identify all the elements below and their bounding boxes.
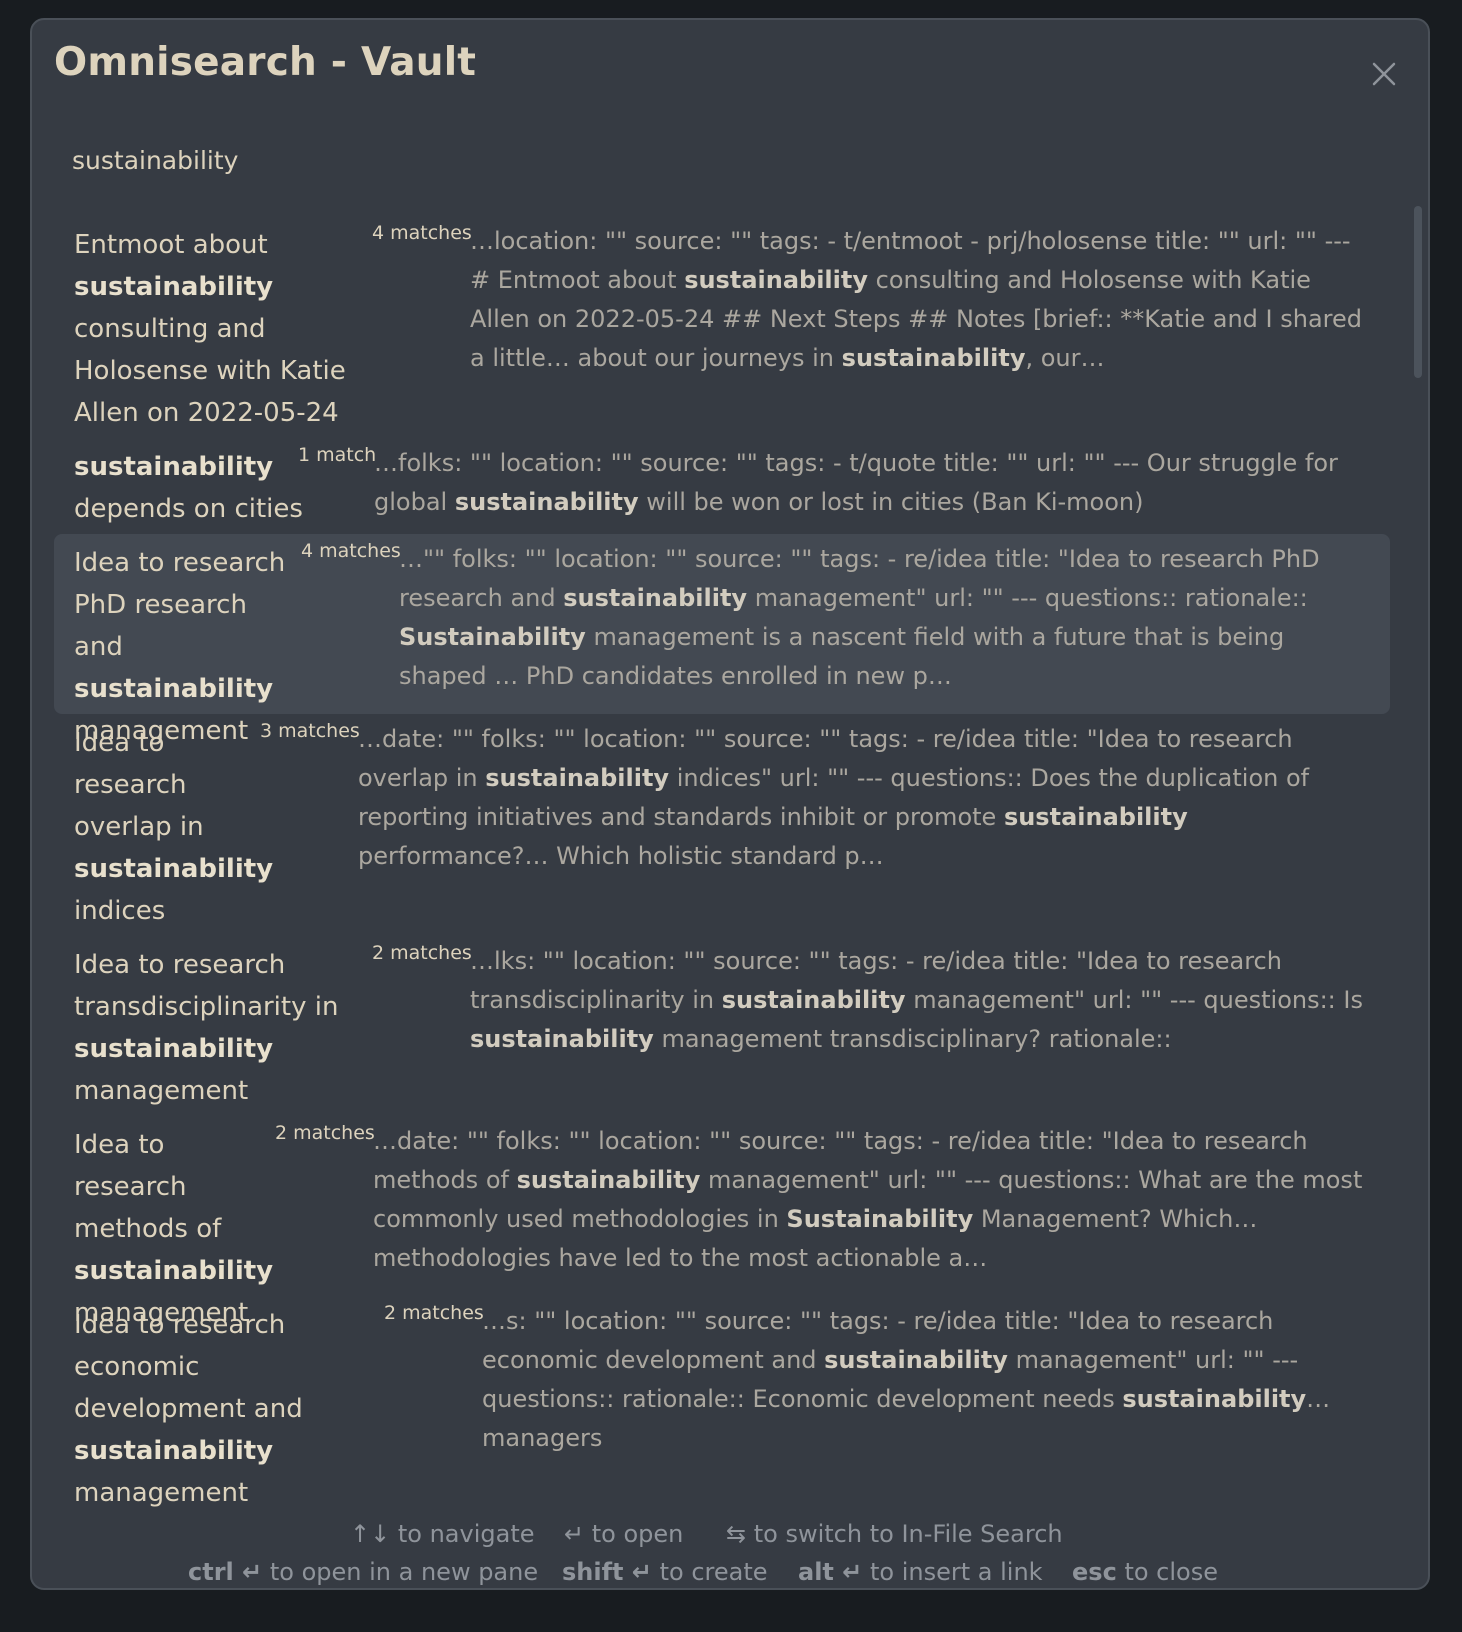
result-title: Idea to research overlap in sustainabili… xyxy=(74,728,274,926)
switch-arrows-icon: ⇆ xyxy=(726,1520,747,1548)
hint-close: esc to close xyxy=(1072,1558,1218,1586)
match-count: 4 matches xyxy=(301,540,401,562)
result-excerpt: …date: "" folks: "" location: "" source:… xyxy=(373,1127,1363,1272)
result-title: Idea to research economic development an… xyxy=(74,1310,303,1508)
hints-row-2: ctrl ↵ to open in a new pane shift ↵ to … xyxy=(32,1558,1428,1588)
hint-new-pane: ctrl ↵ to open in a new pane xyxy=(188,1558,539,1586)
result-title: sustainability depends on cities xyxy=(74,452,303,524)
result-item[interactable]: Idea to research transdisciplinarity in … xyxy=(54,936,1390,1106)
modal-title: Omnisearch - Vault xyxy=(54,40,477,85)
search-input[interactable] xyxy=(72,145,1372,175)
result-item[interactable]: sustainability depends on cities 1 match… xyxy=(54,438,1390,528)
result-excerpt: …lks: "" location: "" source: "" tags: -… xyxy=(470,947,1363,1053)
match-count: 2 matches xyxy=(372,942,472,964)
result-title: Idea to research transdisciplinarity in … xyxy=(74,950,339,1106)
match-count: 2 matches xyxy=(275,1122,375,1144)
result-item[interactable]: Idea to research economic development an… xyxy=(54,1296,1390,1514)
close-icon[interactable] xyxy=(1370,60,1398,88)
result-item[interactable]: Idea to research overlap in sustainabili… xyxy=(54,714,1390,926)
hint-navigate: ↑↓ to navigate xyxy=(350,1520,535,1548)
match-count: 2 matches xyxy=(384,1302,484,1324)
omnisearch-modal: Omnisearch - Vault Entmoot about sustain… xyxy=(30,18,1430,1590)
search-box xyxy=(72,130,1372,190)
results-list: Entmoot about sustainability consulting … xyxy=(54,216,1390,1514)
result-item[interactable]: Entmoot about sustainability consulting … xyxy=(54,216,1390,428)
result-title: Entmoot about sustainability consulting … xyxy=(74,230,346,428)
result-item[interactable]: Idea to research methods of sustainabili… xyxy=(54,1116,1390,1328)
hint-open: ↵ to open xyxy=(564,1520,684,1548)
enter-icon: ↵ xyxy=(564,1520,585,1548)
result-item-selected[interactable]: Idea to research PhD research and sustai… xyxy=(54,534,1390,746)
match-count: 3 matches xyxy=(260,720,360,742)
arrow-up-down-icon: ↑↓ xyxy=(350,1520,391,1548)
result-excerpt: …folks: "" location: "" source: "" tags:… xyxy=(374,449,1338,516)
result-excerpt: …s: "" location: "" source: "" tags: - r… xyxy=(482,1307,1331,1452)
result-excerpt: …location: "" source: "" tags: - t/entmo… xyxy=(470,227,1362,372)
results-scrollbar[interactable] xyxy=(1414,206,1422,378)
hint-insert-link: alt ↵ to insert a link xyxy=(798,1558,1043,1586)
hint-create: shift ↵ to create xyxy=(562,1558,768,1586)
match-count: 4 matches xyxy=(372,222,472,244)
match-count: 1 match xyxy=(298,444,377,466)
hint-switch-search: ⇆ to switch to In-File Search xyxy=(726,1520,1063,1548)
hints-row-1: ↑↓ to navigate ↵ to open ⇆ to switch to … xyxy=(32,1520,1428,1558)
result-excerpt: …"" folks: "" location: "" source: "" ta… xyxy=(399,545,1320,690)
result-excerpt: …date: "" folks: "" location: "" source:… xyxy=(358,725,1310,870)
